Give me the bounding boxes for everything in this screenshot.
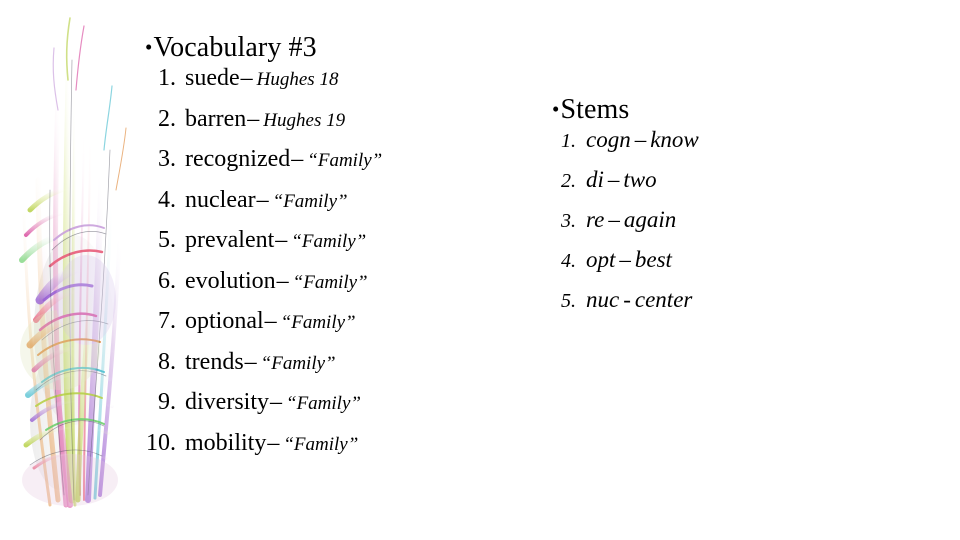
list-item: 2. barren – Hughes 19 (145, 106, 545, 147)
vocabulary-term: prevalent (185, 227, 275, 253)
separator-dash: – (276, 267, 289, 294)
bullet-icon: • (552, 97, 560, 121)
list-item: 7. optional – “Family” (145, 308, 545, 349)
list-item: 5. prevalent – “Family” (145, 227, 545, 268)
list-item: 4. opt – best (552, 247, 912, 287)
list-item-number: 5. (158, 227, 176, 253)
list-item-number: 2. (561, 170, 576, 192)
bullet-icon: • (145, 35, 153, 59)
separator-dash: – (256, 186, 269, 213)
separator-dash: – (267, 429, 280, 456)
vocabulary-term: nuclear (185, 186, 256, 213)
list-item-number: 3. (561, 210, 576, 232)
stem-meaning: center (634, 287, 693, 312)
vocabulary-source: “Family” (283, 433, 359, 455)
vocabulary-term: trends (185, 348, 244, 375)
list-item: 1. suede – Hughes 18 (145, 65, 545, 106)
list-item-number: 5. (561, 290, 576, 312)
separator-dash: – (247, 105, 260, 132)
stem-root: di (586, 167, 604, 192)
separator-dash: – (244, 348, 257, 375)
list-item-number: 6. (158, 267, 176, 294)
list-item: 3. recognized – “Family” (145, 146, 545, 187)
vocabulary-source: “Family” (260, 352, 336, 374)
list-item: 8. trends – “Family” (145, 349, 545, 390)
list-item-number: 7. (158, 308, 176, 334)
vocabulary-term: barren (185, 105, 247, 132)
stems-list: 1. cogn – know 2. di – two 3. re – again… (552, 127, 912, 327)
stem-root: nuc (586, 287, 620, 312)
vocabulary-term: optional (185, 308, 264, 334)
stems-section: •Stems 1. cogn – know 2. di – two 3. re … (552, 92, 912, 327)
vocabulary-heading: •Vocabulary #3 (145, 30, 545, 65)
list-item-number: 4. (158, 186, 176, 213)
vocabulary-term: mobility (185, 429, 267, 456)
stems-heading: •Stems (552, 92, 912, 127)
slide-content: •Vocabulary #3 1. suede – Hughes 18 2. b… (0, 0, 960, 540)
vocabulary-source: “Family” (286, 393, 361, 414)
stem-root: opt (586, 247, 616, 272)
vocabulary-source: Hughes 19 (263, 109, 346, 131)
separator-dash: - (623, 287, 631, 312)
stems-heading-label: Stems (560, 94, 630, 125)
separator-dash: – (240, 65, 253, 91)
separator-dash: – (619, 247, 631, 272)
stem-meaning: best (634, 247, 672, 272)
list-item: 9. diversity – “Family” (145, 389, 545, 430)
vocabulary-term: recognized (185, 146, 291, 172)
vocabulary-term: diversity (185, 389, 269, 415)
separator-dash: – (270, 389, 282, 415)
list-item: 5. nuc - center (552, 287, 912, 327)
list-item-number: 3. (158, 146, 176, 172)
vocabulary-term: suede (185, 65, 240, 91)
vocabulary-source: “Family” (272, 190, 348, 212)
list-item: 1. cogn – know (552, 127, 912, 167)
vocabulary-source: “Family” (307, 150, 383, 171)
list-item: 3. re – again (552, 207, 912, 247)
list-item-number: 2. (158, 105, 176, 132)
list-item: 10. mobility – “Family” (145, 430, 545, 471)
separator-dash: – (634, 127, 647, 152)
list-item-number: 1. (158, 65, 176, 91)
vocabulary-source: Hughes 18 (256, 69, 339, 90)
stem-meaning: again (623, 207, 677, 232)
vocabulary-source: “Family” (280, 312, 356, 333)
stem-meaning: know (650, 127, 699, 152)
list-item-number: 8. (158, 348, 176, 375)
separator-dash: – (607, 167, 620, 192)
stem-meaning: two (623, 167, 657, 192)
separator-dash: – (291, 146, 304, 172)
vocabulary-heading-label: Vocabulary #3 (153, 32, 317, 63)
list-item-number: 1. (561, 130, 576, 152)
vocabulary-section: •Vocabulary #3 1. suede – Hughes 18 2. b… (145, 30, 545, 470)
vocabulary-source: “Family” (292, 271, 368, 293)
list-item: 6. evolution – “Family” (145, 268, 545, 309)
stem-root: re (586, 207, 605, 232)
list-item-number: 10. (146, 429, 176, 456)
separator-dash: – (608, 207, 620, 232)
separator-dash: – (264, 308, 277, 334)
vocabulary-source: “Family” (291, 231, 367, 252)
vocabulary-list: 1. suede – Hughes 18 2. barren – Hughes … (145, 65, 545, 470)
list-item-number: 9. (158, 389, 176, 415)
vocabulary-term: evolution (185, 267, 276, 294)
stem-root: cogn (586, 127, 631, 152)
list-item-number: 4. (561, 250, 576, 272)
separator-dash: – (275, 227, 288, 253)
list-item: 2. di – two (552, 167, 912, 207)
list-item: 4. nuclear – “Family” (145, 187, 545, 228)
